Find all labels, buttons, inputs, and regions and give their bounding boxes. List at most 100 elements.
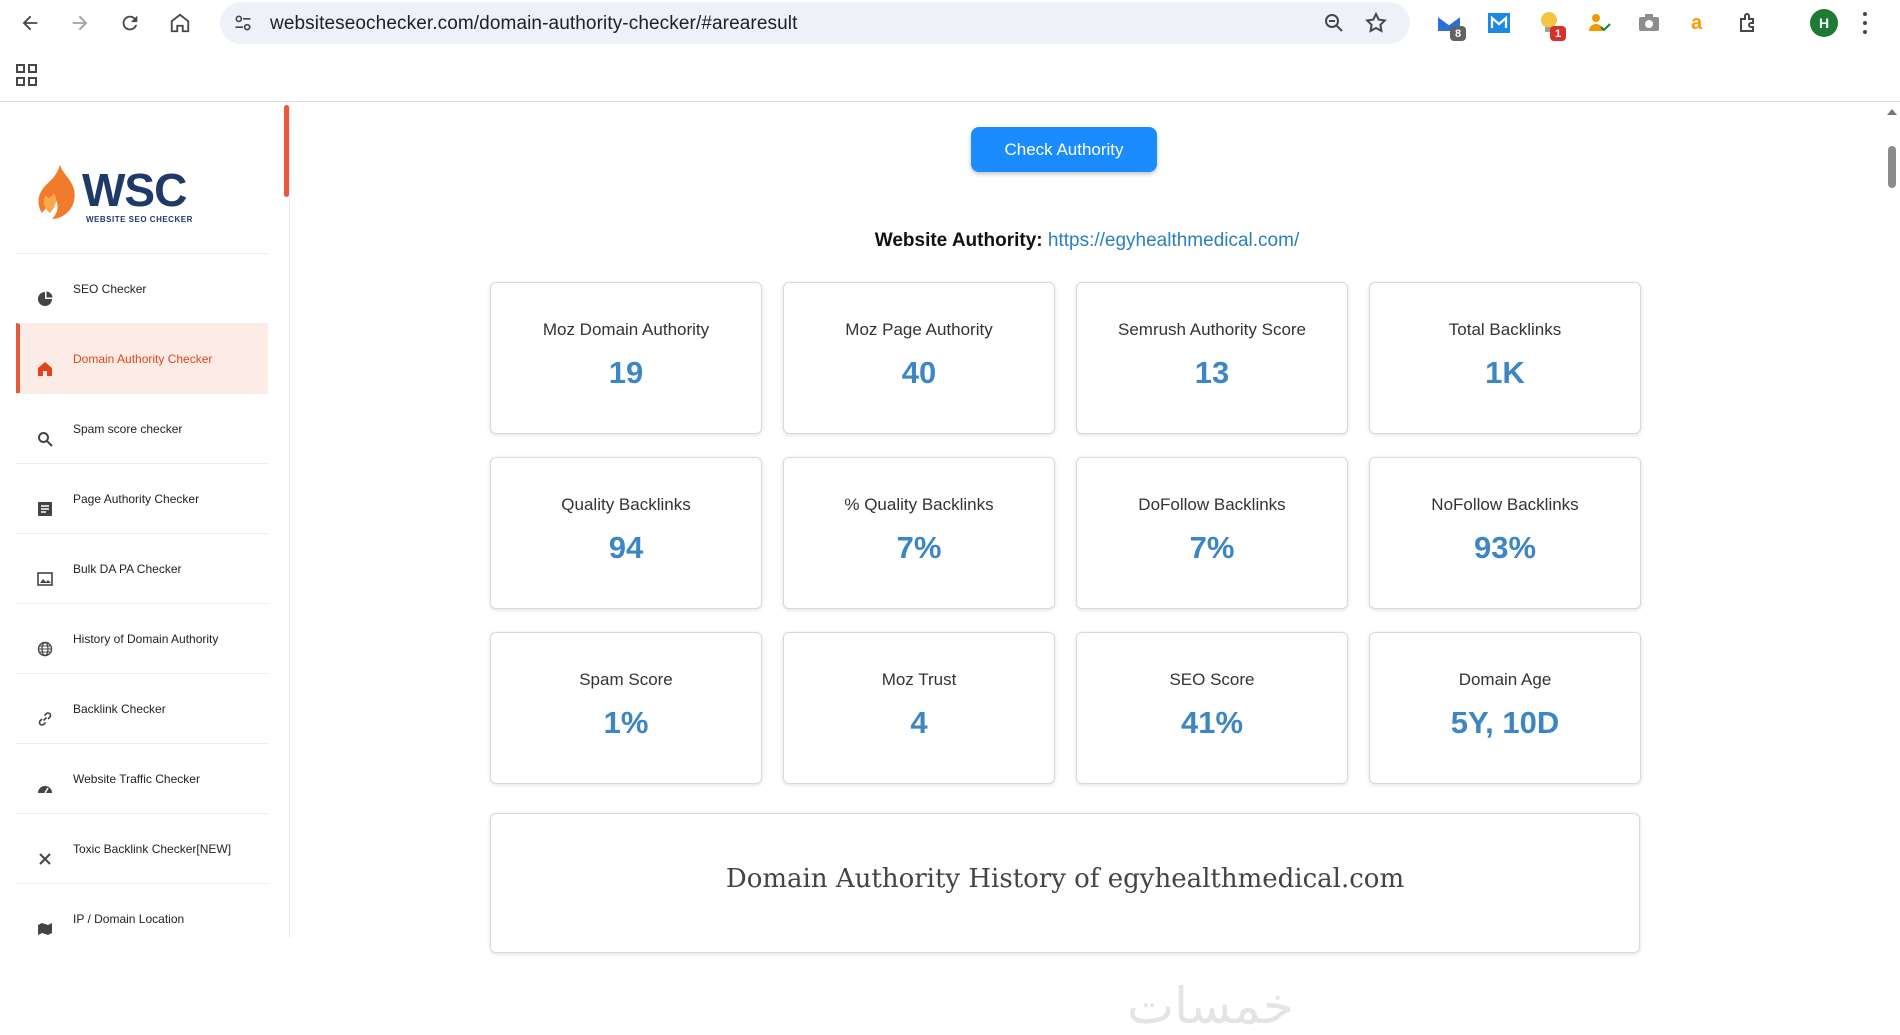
logo-subtitle: WEBSITE SEO CHECKER [86,215,193,224]
metric-card: Domain Age 5Y, 10D [1369,632,1641,784]
metric-label: Semrush Authority Score [1117,320,1307,339]
x-icon [36,850,54,868]
metric-card: Moz Page Authority 40 [783,282,1055,434]
camera-ext-icon[interactable] [1634,8,1664,38]
address-bar[interactable]: websiteseochecker.com/domain-authority-c… [220,2,1410,44]
metric-card: NoFollow Backlinks 93% [1369,457,1641,609]
domain-authority-history-panel: Domain Authority History of egyhealthmed… [490,813,1640,953]
bulb-ext-icon[interactable]: 1 [1534,8,1566,41]
reload-icon [122,15,138,31]
watermark: خمسات [1127,977,1294,1035]
url-text[interactable]: websiteseochecker.com/domain-authority-c… [270,13,798,35]
metric-label: Total Backlinks [1448,320,1562,339]
home-icon [170,13,190,33]
sidebar-item-history-of-domain-authority[interactable]: History of Domain Authority [16,603,268,673]
metric-card: Total Backlinks 1K [1369,282,1641,434]
more-menu-icon[interactable] [1862,12,1868,34]
metric-card: Moz Trust 4 [783,632,1055,784]
browser-toolbar: websiteseochecker.com/domain-authority-c… [0,0,1900,46]
home-icon [36,360,54,378]
sidebar-item-spam-score-checker[interactable]: Spam score checker [16,393,268,463]
metric-value: 4 [910,705,928,740]
sidebar-item-label: Spam score checker [73,422,183,436]
metric-card: Quality Backlinks 94 [490,457,762,609]
metric-value: 19 [608,355,644,390]
metric-label: Spam Score [579,670,673,689]
sidebar: WSC WEBSITE SEO CHECKER SEO Checker Doma… [0,103,290,938]
metric-value: 1% [603,705,649,740]
metric-card: SEO Score 41% [1076,632,1348,784]
metric-label: Moz Trust [881,670,957,689]
scrollbar-thumb[interactable] [1888,146,1896,188]
main-content: Check Authority Website Authority: https… [291,103,1883,1035]
sidebar-item-label: SEO Checker [73,282,147,296]
zoom-icon[interactable] [1322,11,1346,40]
metric-label: NoFollow Backlinks [1431,495,1579,514]
sidebar-item-label: Page Authority Checker [73,492,200,506]
metric-label: DoFollow Backlinks [1138,495,1286,514]
sidebar-item-label: Toxic Backlink Checker[NEW] [73,842,232,856]
sidebar-item-bulk-da-pa-checker[interactable]: Bulk DA PA Checker [16,533,268,603]
scroll-up-arrow-icon[interactable] [1887,109,1897,115]
check-authority-button[interactable]: Check Authority [971,127,1157,172]
svg-text:a: a [1691,12,1703,34]
metric-value: 94 [608,530,644,565]
sidebar-item-ip-domain-location[interactable]: IP / Domain Location [16,883,268,938]
apps-grid-icon[interactable] [16,64,38,86]
metric-card: Moz Domain Authority 19 [490,282,762,434]
wsc-logo[interactable]: WSC WEBSITE SEO CHECKER [34,163,214,233]
website-authority-line: Website Authority: https://egyhealthmedi… [291,230,1883,252]
home-button[interactable] [164,7,196,39]
reload-button[interactable] [114,7,146,39]
back-button[interactable] [14,7,46,39]
metric-value: 13 [1194,355,1230,390]
bookmarks-bar [0,46,1900,102]
sidebar-item-backlink-checker[interactable]: Backlink Checker [16,673,268,743]
sidebar-scroll-indicator[interactable] [284,105,289,197]
gmail-badge: 8 [1450,26,1466,41]
metric-value: 41% [1180,705,1244,740]
website-url-link[interactable]: https://egyhealthmedical.com/ [1048,230,1299,251]
history-title: Domain Authority History of egyhealthmed… [725,864,1405,894]
site-settings-icon[interactable] [230,10,256,36]
sidebar-item-label: Backlink Checker [73,702,166,716]
bulb-badge: 1 [1550,26,1566,41]
sidebar-item-label: Domain Authority Checker [73,352,213,366]
document-icon [36,500,54,518]
mail-ext-icon[interactable] [1484,8,1514,38]
link-icon [36,710,54,728]
profile-avatar[interactable]: H [1810,9,1838,37]
sidebar-item-label: History of Domain Authority [73,632,219,646]
logo-text: WSC [82,164,187,216]
metric-card: Spam Score 1% [490,632,762,784]
sidebar-menu: SEO Checker Domain Authority Checker Spa… [16,253,268,938]
metric-label: Quality Backlinks [561,495,691,514]
person-check-ext-icon[interactable] [1584,8,1614,38]
sidebar-item-toxic-backlink-checker[interactable]: Toxic Backlink Checker[NEW] [16,813,268,883]
map-icon [36,920,54,938]
sidebar-item-domain-authority-checker[interactable]: Domain Authority Checker [16,323,268,393]
sidebar-item-label: Website Traffic Checker [73,772,200,786]
sidebar-item-page-authority-checker[interactable]: Page Authority Checker [16,463,268,533]
metric-label: SEO Score [1169,670,1255,689]
sidebar-item-seo-checker[interactable]: SEO Checker [16,253,268,323]
speedometer-icon [36,780,54,798]
website-authority-label: Website Authority: [874,230,1043,251]
flame-icon [38,165,75,219]
arrow-left-icon [22,15,38,31]
metric-value: 5Y, 10D [1450,705,1560,740]
metric-label: % Quality Backlinks [844,495,994,514]
image-icon [36,570,54,588]
search-icon [36,430,54,448]
metric-card: Semrush Authority Score 13 [1076,282,1348,434]
globe-icon [36,640,54,658]
bookmark-star-icon[interactable] [1364,11,1388,40]
page-scrollbar[interactable] [1883,103,1900,938]
sidebar-item-website-traffic-checker[interactable]: Website Traffic Checker [16,743,268,813]
metric-value: 40 [901,355,937,390]
amazon-ext-icon[interactable]: a [1684,8,1714,38]
puzzle-ext-icon[interactable] [1734,8,1764,38]
gmail-ext-icon[interactable]: 8 [1434,8,1466,41]
sidebar-item-label: Bulk DA PA Checker [73,562,182,576]
forward-button[interactable] [64,7,96,39]
